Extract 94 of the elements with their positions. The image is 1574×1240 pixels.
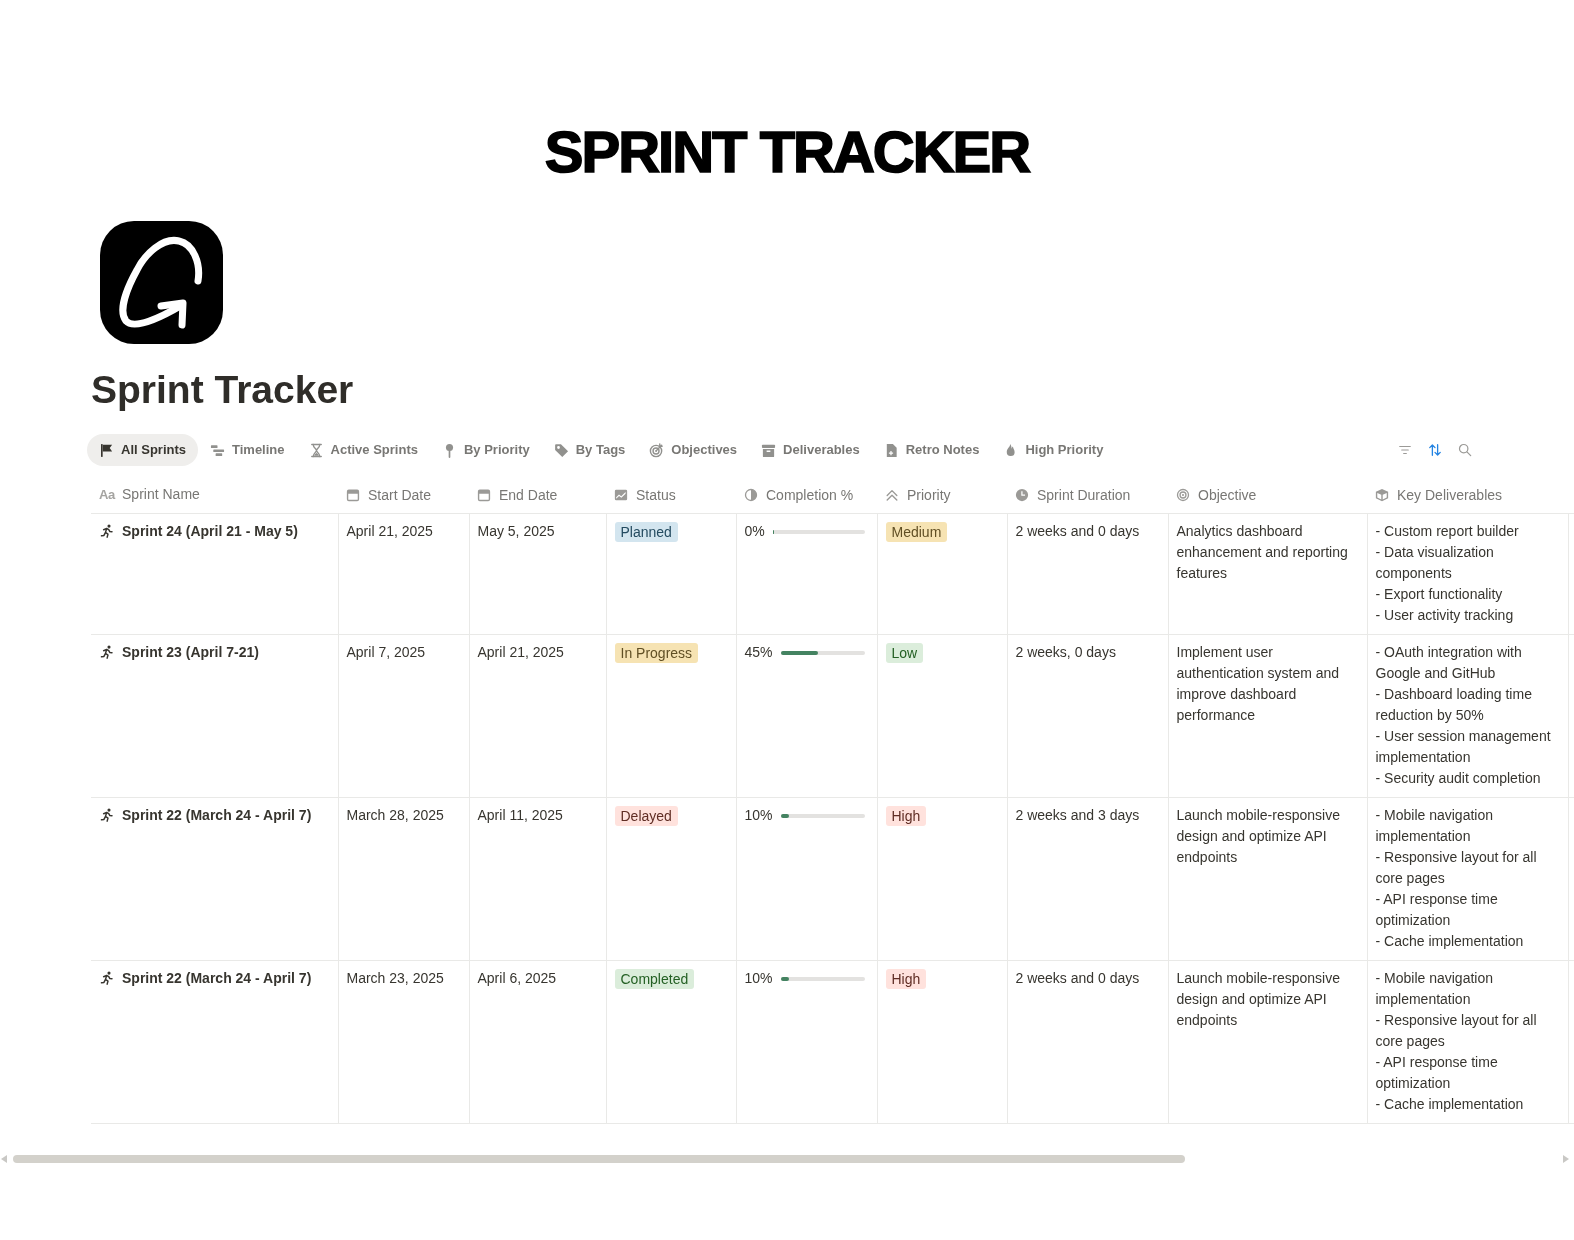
date-text: April 21, 2025 xyxy=(477,644,564,660)
running-person-icon xyxy=(100,645,114,659)
priority-tag: High xyxy=(885,969,927,989)
deliverable-text: - Data visualization components xyxy=(1375,543,1495,583)
view-tab[interactable]: All Sprints xyxy=(87,434,198,466)
view-tab[interactable]: Timeline xyxy=(198,434,297,466)
sprint-name[interactable]: Sprint 22 (March 24 - April 7) xyxy=(122,805,312,826)
percent-text: 45% xyxy=(744,643,773,662)
deliverable-text: - Responsive layout for all core pages xyxy=(1375,848,1538,888)
date-text: April 6, 2025 xyxy=(477,970,557,986)
tag-icon xyxy=(553,442,569,458)
objective-text: Analytics dashboard enhancement and reporting features xyxy=(1176,522,1349,583)
percent-text: 10% xyxy=(744,806,773,825)
deliverable-text: - Responsive layout for all core pages xyxy=(1375,1011,1538,1051)
column-header[interactable]: Aa Sprint Name xyxy=(91,476,338,514)
deliverable-text: - Cache implementation xyxy=(1375,1095,1525,1114)
status-tag: Completed xyxy=(614,969,695,989)
view-tab[interactable]: By Tags xyxy=(541,434,638,466)
deliverable-text: - Mobile navigation implementation xyxy=(1375,806,1494,846)
deliverable-text: - Mobile navigation implementation xyxy=(1375,969,1494,1009)
deliverable-text: - User session management implementation xyxy=(1375,727,1552,767)
priority-tag: Medium xyxy=(885,522,948,542)
priority-tag: Low xyxy=(885,643,924,663)
sprint-name[interactable]: Sprint 22 (March 24 - April 7) xyxy=(122,968,312,989)
deliverable-text: - Cache implementation xyxy=(1375,932,1525,951)
flag-icon xyxy=(99,442,114,458)
caret-right-icon[interactable] xyxy=(1563,1155,1569,1163)
deliverable-text: - Export functionality xyxy=(1375,585,1504,604)
deliverable-text: - Dashboard loading time reduction by 50% xyxy=(1375,685,1533,725)
deliverable-text: - API response time optimization xyxy=(1375,890,1499,930)
archive-icon xyxy=(761,442,777,458)
sort-icon[interactable] xyxy=(1428,443,1442,457)
deliverable-text: - User activity tracking xyxy=(1375,606,1515,625)
column-header[interactable]: Status xyxy=(606,476,736,514)
sprint-name[interactable]: Sprint 23 (April 7-21) xyxy=(122,642,259,663)
objective-text: Launch mobile-responsive design and optimize API endpoints xyxy=(1176,806,1341,867)
page-title: Sprint Tracker xyxy=(91,367,354,413)
calendar-icon xyxy=(477,487,491,502)
clock-icon xyxy=(1015,487,1029,502)
column-header[interactable]: Completion % xyxy=(736,476,877,514)
running-person-icon xyxy=(100,971,114,985)
timeline-icon xyxy=(210,442,225,458)
text-type-icon: Aa xyxy=(99,485,116,505)
view-tab[interactable]: Retro Notes xyxy=(871,434,992,466)
deliverable-text: - API response time optimization xyxy=(1375,1053,1499,1093)
status-tag: In Progress xyxy=(614,643,699,663)
deliverable-text: - Custom report builder xyxy=(1375,522,1520,541)
priority-tag: High xyxy=(885,806,927,826)
objective-text: Implement user authentication system and improve dashboard performance xyxy=(1176,643,1341,725)
calendar-icon xyxy=(346,487,360,502)
column-header[interactable]: Key Deliverables xyxy=(1367,476,1568,514)
pie-chart-icon xyxy=(744,487,758,502)
hourglass-icon xyxy=(308,442,324,458)
column-header[interactable]: Sprint Duration xyxy=(1007,476,1168,514)
chart-icon xyxy=(614,487,628,502)
filter-icon[interactable] xyxy=(1398,443,1412,457)
date-text: May 5, 2025 xyxy=(477,523,555,539)
date-text: March 28, 2025 xyxy=(346,807,444,823)
column-header[interactable]: Start Date xyxy=(338,476,469,514)
double-chevron-icon xyxy=(885,487,899,502)
deliverable-text: - OAuth integration with Google and GitHub xyxy=(1375,643,1523,683)
duration-text: 2 weeks and 0 days xyxy=(1015,970,1140,986)
duration-text: 2 weeks, 0 days xyxy=(1015,644,1116,660)
banner-title: SPRINT TRACKER xyxy=(544,123,1030,181)
deliverable-text: - Security audit completion xyxy=(1375,769,1542,788)
view-tab[interactable]: High Priority xyxy=(991,434,1116,466)
column-header[interactable]: End Date xyxy=(469,476,606,514)
view-tab[interactable]: Active Sprints xyxy=(296,434,430,466)
status-tag: Delayed xyxy=(614,806,678,826)
percent-text: 0% xyxy=(744,522,765,541)
column-header[interactable]: Priority xyxy=(877,476,1007,514)
running-person-icon xyxy=(100,524,114,538)
column-header[interactable]: Objective xyxy=(1168,476,1367,514)
objective-text: Launch mobile-responsive design and optimize API endpoints xyxy=(1176,969,1341,1030)
view-tab[interactable]: By Priority xyxy=(429,434,542,466)
date-text: April 11, 2025 xyxy=(477,807,563,823)
caret-left-icon[interactable] xyxy=(1,1155,7,1163)
status-tag: Planned xyxy=(614,522,678,542)
scrollbar-thumb[interactable] xyxy=(13,1155,1185,1163)
date-text: March 23, 2025 xyxy=(346,970,444,986)
duration-text: 2 weeks and 0 days xyxy=(1015,523,1140,539)
date-text: April 21, 2025 xyxy=(346,523,433,539)
percent-text: 10% xyxy=(744,969,773,988)
target-icon xyxy=(649,442,665,458)
sprint-name[interactable]: Sprint 24 (April 21 - May 5) xyxy=(122,521,298,542)
box-icon xyxy=(1375,487,1389,502)
date-text: April 7, 2025 xyxy=(346,644,426,660)
running-person-icon xyxy=(100,808,114,822)
search-icon[interactable] xyxy=(1458,443,1472,457)
view-tab[interactable]: Objectives xyxy=(637,434,750,466)
view-tab[interactable]: Deliverables xyxy=(749,434,872,466)
target-icon xyxy=(1176,487,1190,502)
logo-icon xyxy=(100,221,223,344)
duration-text: 2 weeks and 3 days xyxy=(1015,807,1140,823)
